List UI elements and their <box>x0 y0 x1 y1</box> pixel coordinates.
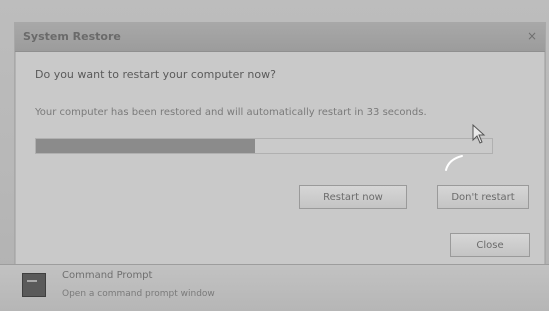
dont-restart-button[interactable]: Don't restart <box>437 185 529 209</box>
close-button[interactable]: Close <box>450 233 530 257</box>
dialog-titlebar: System Restore × <box>15 23 545 52</box>
start-menu-panel: Command Prompt Open a command prompt win… <box>0 264 549 311</box>
lower-panel-title[interactable]: Command Prompt <box>62 270 152 281</box>
dialog-message: Your computer has been restored and will… <box>35 107 427 118</box>
lower-panel-subtitle: Open a command prompt window <box>62 289 215 299</box>
dialog-title: System Restore <box>23 30 121 43</box>
restart-now-button[interactable]: Restart now <box>299 185 407 209</box>
dialog-heading: Do you want to restart your computer now… <box>35 68 276 81</box>
restart-dialog: System Restore × Do you want to restart … <box>14 22 546 266</box>
close-icon[interactable]: × <box>527 29 537 43</box>
progress-fill <box>36 139 255 153</box>
restart-progress-bar <box>35 138 493 154</box>
screen-glare-mark <box>445 155 463 171</box>
mouse-pointer-icon <box>472 124 486 144</box>
command-prompt-icon[interactable] <box>22 273 46 297</box>
